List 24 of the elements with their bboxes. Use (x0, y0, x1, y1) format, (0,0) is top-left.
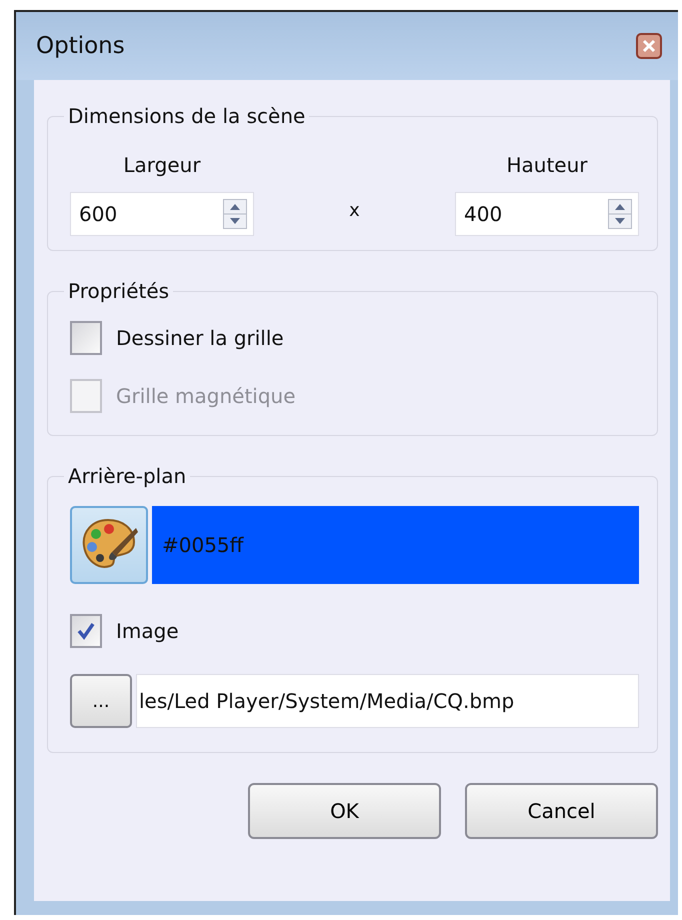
color-picker-button[interactable] (70, 506, 148, 584)
field-label: Hauteur (506, 152, 588, 179)
group-title: Arrière-plan (67, 466, 188, 486)
group-title: Dimensions de la scène (67, 106, 306, 126)
ok-button[interactable]: OK (248, 783, 441, 839)
checkbox-label: Grille magnétique (116, 383, 296, 410)
browse-button[interactable]: ... (70, 674, 132, 728)
number-field[interactable]: 600 (70, 192, 254, 236)
checkbox-label: Dessiner la grille (116, 325, 284, 352)
color-value-field: #0055ff (152, 506, 639, 584)
close-icon[interactable] (636, 33, 662, 59)
field-label: Largeur (123, 152, 201, 179)
checkbox-label: Image (116, 618, 179, 645)
file-path-field[interactable]: les/Led Player/System/Media/CQ.bmp (136, 674, 639, 728)
checkbox[interactable] (70, 614, 102, 648)
separator-label: x (349, 199, 360, 223)
number-field[interactable]: 400 (455, 192, 639, 236)
window-title: Options (36, 32, 125, 61)
check-icon (76, 621, 96, 641)
cancel-button[interactable]: Cancel (465, 783, 658, 839)
checkbox[interactable] (70, 321, 102, 355)
spin-arrows-icon[interactable] (223, 199, 247, 229)
group-title: Propriétés (67, 281, 170, 301)
spin-arrows-icon[interactable] (608, 199, 632, 229)
